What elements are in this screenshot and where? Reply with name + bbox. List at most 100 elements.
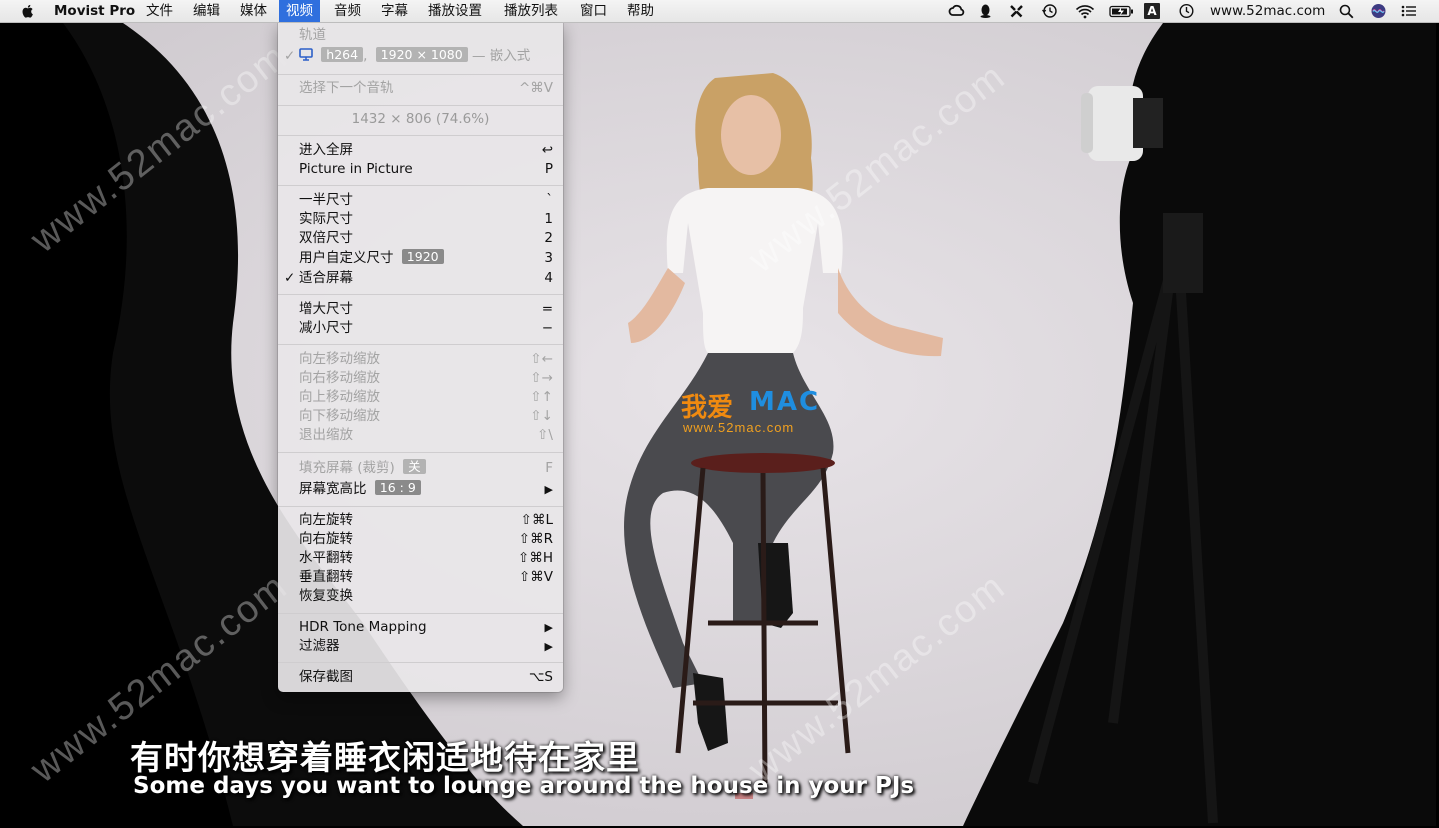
menu-playback-settings[interactable]: 播放设置 [421, 0, 489, 22]
check-mark-icon: ✓ [284, 270, 296, 286]
menu-item-zoom-left[interactable]: 向左移动缩放 ⇧← [278, 350, 563, 369]
menu-item-decrease-size[interactable]: 减小尺寸 − [278, 319, 563, 338]
zoom-down-shortcut: ⇧↓ [530, 408, 553, 424]
menu-audio[interactable]: 音频 [327, 0, 368, 22]
next-audio-label: 选择下一个音轨 [299, 80, 394, 96]
clock-icon[interactable] [1178, 3, 1195, 19]
menu-item-actual-size[interactable]: 实际尺寸 1 [278, 210, 563, 229]
menu-media[interactable]: 媒体 [233, 0, 274, 22]
decrease-size-shortcut: − [541, 320, 553, 336]
menu-item-zoom-right[interactable]: 向右移动缩放 ⇧→ [278, 369, 563, 388]
apple-icon[interactable] [20, 3, 36, 19]
menu-item-custom-size[interactable]: 用户自定义尺寸 1920 3 [278, 249, 563, 268]
site-logo-url: www.52mac.com [683, 420, 795, 435]
menu-item-next-audio-track[interactable]: 选择下一个音轨 ^⌘V [278, 79, 563, 98]
menu-item-increase-size[interactable]: 增大尺寸 = [278, 300, 563, 319]
display-icon [299, 48, 313, 61]
menu-separator [278, 185, 563, 186]
half-size-label: 一半尺寸 [299, 192, 353, 208]
submenu-arrow-icon: ▶ [544, 621, 553, 634]
hdr-label: HDR Tone Mapping [299, 619, 427, 635]
menu-item-aspect-ratio[interactable]: 屏幕宽高比 16 : 9 ▶ [278, 480, 563, 499]
wifi-icon[interactable] [1075, 3, 1095, 19]
zoom-right-label: 向右移动缩放 [299, 370, 380, 386]
rotate-right-shortcut: ⇧⌘R [518, 531, 553, 547]
menu-file[interactable]: 文件 [139, 0, 180, 22]
menu-item-video-track[interactable]: ✓ h264, 1920 × 1080 — 嵌入式 [278, 47, 563, 66]
menu-item-save-screenshot[interactable]: 保存截图 ⌥S [278, 668, 563, 687]
video-area[interactable]: www.52mac.com www.52mac.com www.52mac.co… [3, 23, 1436, 826]
custom-size-label: 用户自定义尺寸 [299, 250, 394, 266]
menu-item-flip-vertical[interactable]: 垂直翻转 ⇧⌘V [278, 568, 563, 587]
double-size-shortcut: 2 [544, 230, 553, 246]
menu-item-exit-zoom[interactable]: 退出缩放 ⇧\ [278, 426, 563, 445]
menu-item-fit-screen[interactable]: ✓ 适合屏幕 4 [278, 269, 563, 288]
menu-video[interactable]: 视频 [279, 0, 320, 22]
menu-separator [278, 613, 563, 614]
menu-edit[interactable]: 编辑 [186, 0, 227, 22]
notification-center-icon[interactable] [1400, 3, 1417, 19]
menu-item-fill-screen[interactable]: 填充屏幕 (裁剪) 关 F [278, 459, 563, 478]
flip-h-label: 水平翻转 [299, 550, 353, 566]
menu-help[interactable]: 帮助 [620, 0, 661, 22]
flip-h-shortcut: ⇧⌘H [518, 550, 553, 566]
custom-size-badge: 1920 [401, 249, 444, 264]
creative-cloud-icon[interactable] [948, 3, 965, 19]
menu-separator [278, 135, 563, 136]
menu-separator [278, 294, 563, 295]
decrease-size-label: 减小尺寸 [299, 320, 353, 336]
fit-screen-label: 适合屏幕 [299, 270, 353, 286]
video-dropdown-menu: 轨道 ✓ h264, 1920 × 1080 — 嵌入式 选择下一个音轨 ^⌘V… [278, 22, 563, 692]
tool-icon[interactable] [1008, 3, 1025, 19]
qq-icon[interactable] [977, 3, 994, 19]
custom-size-text: 用户自定义尺寸 1920 [299, 249, 444, 268]
fill-screen-text: 填充屏幕 (裁剪) 关 [299, 459, 426, 478]
siri-icon[interactable] [1370, 3, 1387, 19]
menu-item-hdr-tone-mapping[interactable]: HDR Tone Mapping ▶ [278, 618, 563, 637]
battery-icon[interactable] [1109, 3, 1134, 19]
menu-subtitle[interactable]: 字幕 [374, 0, 415, 22]
custom-size-shortcut: 3 [544, 250, 553, 266]
search-icon[interactable] [1338, 3, 1355, 19]
submenu-arrow-icon: ▶ [544, 640, 553, 653]
menu-bar: Movist Pro 文件 编辑 媒体 视频 音频 字幕 播放设置 播放列表 窗… [0, 0, 1439, 23]
increase-size-shortcut: = [541, 301, 553, 317]
menu-item-reset-transform[interactable]: 恢复变换 [278, 587, 563, 606]
time-machine-icon[interactable] [1041, 3, 1058, 19]
input-method-indicator[interactable]: A [1144, 3, 1160, 19]
track-header-label: 轨道 [299, 27, 326, 43]
zoom-left-label: 向左移动缩放 [299, 351, 380, 367]
site-logo-mac: MAC [749, 387, 821, 417]
track-suffix: — 嵌入式 [472, 48, 531, 64]
fill-screen-badge: 关 [403, 459, 426, 474]
menu-item-half-size[interactable]: 一半尺寸 ` [278, 191, 563, 210]
zoom-right-shortcut: ⇧→ [530, 370, 553, 386]
menu-item-flip-horizontal[interactable]: 水平翻转 ⇧⌘H [278, 549, 563, 568]
subtitle-chinese: 有时你想穿着睡衣闲适地待在家里 [130, 738, 640, 777]
fullscreen-label: 进入全屏 [299, 142, 353, 158]
zoom-up-shortcut: ⇧↑ [530, 389, 553, 405]
app-name-menu[interactable]: Movist Pro [54, 0, 135, 22]
zoom-exit-shortcut: ⇧\ [537, 427, 553, 443]
menu-window[interactable]: 窗口 [573, 0, 614, 22]
menu-item-rotate-left[interactable]: 向左旋转 ⇧⌘L [278, 511, 563, 530]
save-screenshot-label: 保存截图 [299, 669, 353, 685]
zoom-up-label: 向上移动缩放 [299, 389, 380, 405]
menu-item-enter-fullscreen[interactable]: 进入全屏 ↩ [278, 141, 563, 160]
actual-size-label: 实际尺寸 [299, 211, 353, 227]
menu-separator [278, 662, 563, 663]
menu-playlist[interactable]: 播放列表 [497, 0, 565, 22]
menu-item-zoom-down[interactable]: 向下移动缩放 ⇧↓ [278, 407, 563, 426]
menu-item-picture-in-picture[interactable]: Picture in Picture P [278, 160, 563, 179]
menu-item-zoom-up[interactable]: 向上移动缩放 ⇧↑ [278, 388, 563, 407]
menu-item-rotate-right[interactable]: 向右旋转 ⇧⌘R [278, 530, 563, 549]
status-url-text: www.52mac.com [1210, 3, 1326, 19]
aspect-ratio-text: 屏幕宽高比 16 : 9 [299, 480, 421, 499]
save-screenshot-shortcut: ⌥S [528, 669, 553, 685]
menu-separator [278, 344, 563, 345]
menu-item-filters[interactable]: 过滤器 ▶ [278, 637, 563, 656]
aspect-ratio-badge: 16 : 9 [374, 480, 421, 495]
track-codec-badge: h264 [321, 47, 364, 62]
submenu-arrow-icon: ▶ [544, 483, 553, 496]
menu-item-double-size[interactable]: 双倍尺寸 2 [278, 229, 563, 248]
